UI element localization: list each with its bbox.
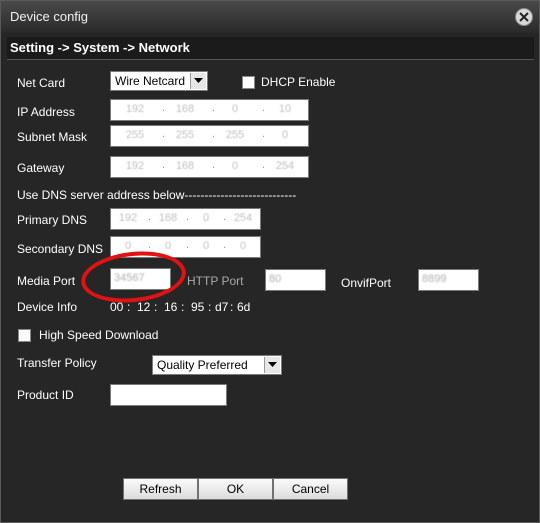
sdns-octet-4: 0 (239, 240, 247, 252)
ip-octet-4: 10 (278, 103, 292, 115)
subnet-octet-4: 0 (281, 129, 289, 141)
cancel-button[interactable]: Cancel (273, 478, 348, 500)
subnet-mask-label: Subnet Mask (17, 130, 88, 144)
ip-dot: . (262, 102, 266, 114)
window-title: Device config (10, 9, 89, 24)
sdns-octet-3: 0 (202, 240, 210, 252)
ip-dot: . (223, 211, 227, 223)
sdns-octet-2: 0 (164, 240, 172, 252)
ip-dot: . (162, 128, 166, 140)
subnet-octet-2: 255 (175, 129, 195, 141)
onvif-port-label: OnvifPort (341, 276, 392, 290)
product-id-label: Product ID (17, 388, 74, 402)
title-bar: Device config (1, 1, 539, 33)
ip-dot: . (262, 159, 266, 171)
ip-dot: . (212, 128, 216, 140)
ip-dot: . (212, 102, 216, 114)
subnet-octet-1: 255 (125, 129, 145, 141)
dhcp-checkbox[interactable] (242, 76, 255, 89)
gateway-octet-4: 254 (275, 160, 295, 172)
high-speed-checkbox[interactable] (18, 329, 31, 342)
ip-octet-3: 0 (231, 103, 239, 115)
device-config-dialog: Device config Setting -> System -> Netwo… (0, 0, 540, 523)
close-button[interactable] (515, 8, 533, 26)
pdns-octet-1: 192 (118, 212, 138, 224)
http-port-field[interactable]: 80 (265, 269, 326, 291)
net-card-select[interactable]: Wire Netcard (110, 71, 208, 91)
transfer-policy-select[interactable]: Quality Preferred (152, 355, 282, 375)
mac-part-3: 16 (164, 300, 178, 314)
ip-dot: . (223, 239, 227, 251)
pdns-octet-3: 0 (202, 212, 210, 224)
refresh-button[interactable]: Refresh (123, 478, 198, 500)
primary-dns-field[interactable]: 192 . 168 . 0 . 254 (110, 208, 261, 230)
ip-dot: . (186, 211, 190, 223)
transfer-policy-value: Quality Preferred (157, 358, 248, 372)
mac-part-5: d7 (215, 300, 229, 314)
mac-sep: : (127, 300, 131, 314)
device-info-label: Device Info (17, 300, 78, 314)
close-icon (519, 12, 529, 22)
pdns-octet-4: 254 (233, 212, 253, 224)
ip-octet-1: 192 (125, 103, 145, 115)
mac-sep: : (230, 300, 234, 314)
chevron-down-icon (190, 73, 206, 89)
ip-dot: . (212, 159, 216, 171)
primary-dns-label: Primary DNS (17, 213, 88, 227)
mac-part-2: 12 (137, 300, 151, 314)
ip-dot: . (162, 159, 166, 171)
onvif-port-value: 8899 (422, 273, 447, 285)
dhcp-label: DHCP Enable (261, 75, 336, 89)
media-port-label: Media Port (17, 274, 76, 288)
net-card-label: Net Card (17, 76, 66, 90)
gateway-label: Gateway (17, 161, 65, 175)
sdns-octet-1: 0 (124, 240, 132, 252)
http-port-label: HTTP Port (187, 274, 244, 288)
breadcrumb: Setting -> System -> Network (7, 37, 534, 60)
mac-sep: : (208, 300, 212, 314)
gateway-octet-2: 168 (175, 160, 195, 172)
mac-part-1: 00 (110, 300, 124, 314)
transfer-policy-label: Transfer Policy (17, 356, 97, 370)
ip-dot: . (148, 239, 152, 251)
pdns-octet-2: 168 (158, 212, 178, 224)
onvif-port-field[interactable]: 8899 (418, 269, 479, 291)
gateway-octet-3: 0 (231, 160, 239, 172)
chevron-down-icon (264, 357, 280, 373)
mac-part-6: 6d (237, 300, 251, 314)
ip-dot: . (262, 128, 266, 140)
subnet-octet-3: 255 (225, 129, 245, 141)
product-id-field[interactable] (110, 384, 227, 406)
gateway-field[interactable]: 192 . 168 . 0 . 254 (110, 156, 309, 178)
mac-sep: : (181, 300, 185, 314)
mac-part-4: 95 (191, 300, 205, 314)
subnet-mask-field[interactable]: 255 . 255 . 255 . 0 (110, 125, 309, 147)
http-port-value: 80 (269, 273, 282, 285)
breadcrumb-text: Setting -> System -> Network (10, 40, 190, 55)
high-speed-label: High Speed Download (39, 328, 159, 342)
ok-button[interactable]: OK (198, 478, 273, 500)
dns-note: Use DNS server address below------------… (17, 188, 297, 202)
ip-address-label: IP Address (17, 105, 75, 119)
gateway-octet-1: 192 (125, 160, 145, 172)
net-card-value: Wire Netcard (115, 74, 186, 88)
ip-octet-2: 168 (175, 103, 195, 115)
ip-dot: . (186, 239, 190, 251)
secondary-dns-label: Secondary DNS (17, 242, 104, 256)
ip-dot: . (148, 211, 152, 223)
ip-dot: . (162, 102, 166, 114)
mac-sep: : (154, 300, 158, 314)
ip-address-field[interactable]: 192 . 168 . 0 . 10 (110, 99, 309, 121)
